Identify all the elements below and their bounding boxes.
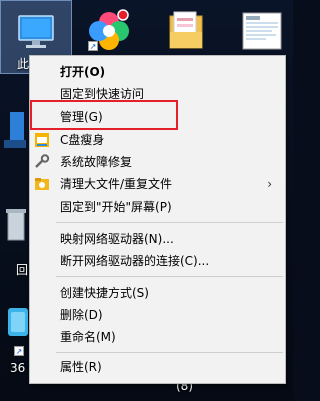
menu-item-map-network-drive-label: 映射网络驱动器(N)... — [60, 232, 174, 246]
menu-item-delete-label: 删除(D) — [60, 308, 103, 322]
menu-item-pin-quick-access-label: 固定到快速访问 — [60, 87, 145, 101]
360-app-icon[interactable] — [8, 308, 28, 344]
menu-item-pin-start[interactable]: 固定到"开始"屏幕(P) — [30, 196, 285, 218]
menu-item-create-shortcut-label: 创建快捷方式(S) — [60, 286, 149, 300]
menu-item-clean-large-files-label: 清理大文件/重复文件 — [60, 177, 173, 191]
menu-item-rename-label: 重命名(M) — [60, 330, 116, 344]
folder-clean-icon — [34, 176, 50, 192]
context-menu: 打开(O) 固定到快速访问 管理(G) C盘瘦身 系统故障修复 清理大文件/重复… — [29, 55, 286, 384]
wrench-icon — [34, 154, 50, 170]
menu-item-system-repair-label: 系统故障修复 — [60, 155, 133, 169]
menu-separator-3 — [56, 352, 283, 353]
c-drive-slim-icon — [34, 132, 50, 148]
menu-item-disconnect-network-drive-label: 断开网络驱动器的连接(C)... — [60, 254, 210, 268]
menu-item-open[interactable]: 打开(O) — [30, 61, 285, 83]
menu-item-disconnect-network-drive[interactable]: 断开网络驱动器的连接(C)... — [30, 250, 285, 272]
menu-separator-1 — [56, 222, 283, 223]
360-app-label: 36 — [10, 361, 26, 375]
this-pc-icon[interactable] — [16, 12, 56, 52]
menu-item-open-label: 打开(O) — [60, 65, 106, 79]
this-pc-label: 此 — [17, 57, 30, 71]
shortcut-arrow-icon-2: ↗ — [14, 346, 24, 356]
menu-separator-2 — [56, 276, 283, 277]
menu-item-map-network-drive[interactable]: 映射网络驱动器(N)... — [30, 228, 285, 250]
document-thumbnail-icon[interactable] — [242, 12, 282, 50]
menu-item-create-shortcut[interactable]: 创建快捷方式(S) — [30, 282, 285, 304]
menu-item-c-drive-slim[interactable]: C盘瘦身 — [30, 129, 285, 151]
menu-item-rename[interactable]: 重命名(M) — [30, 326, 285, 348]
menu-item-system-repair[interactable]: 系统故障修复 — [30, 151, 285, 173]
recycle-bin-icon[interactable] — [4, 206, 26, 246]
folder-icon[interactable] — [168, 10, 204, 50]
menu-item-c-drive-slim-label: C盘瘦身 — [60, 133, 105, 147]
menu-item-manage-label: 管理(G) — [60, 110, 103, 124]
partial-app-icon-1[interactable] — [4, 110, 26, 150]
submenu-arrow-icon: › — [267, 177, 272, 191]
menu-item-manage[interactable]: 管理(G) — [30, 106, 285, 128]
recycle-bin-label: 回 — [16, 263, 29, 277]
menu-item-pin-quick-access[interactable]: 固定到快速访问 — [30, 83, 285, 105]
shortcut-arrow-icon: ↗ — [88, 41, 98, 51]
menu-item-properties-label: 属性(R) — [60, 360, 102, 374]
menu-item-properties[interactable]: 属性(R) — [30, 356, 285, 378]
menu-item-clean-large-files[interactable]: 清理大文件/重复文件 › — [30, 173, 285, 195]
menu-item-pin-start-label: 固定到"开始"屏幕(P) — [60, 200, 172, 214]
menu-item-delete[interactable]: 删除(D) — [30, 304, 285, 326]
